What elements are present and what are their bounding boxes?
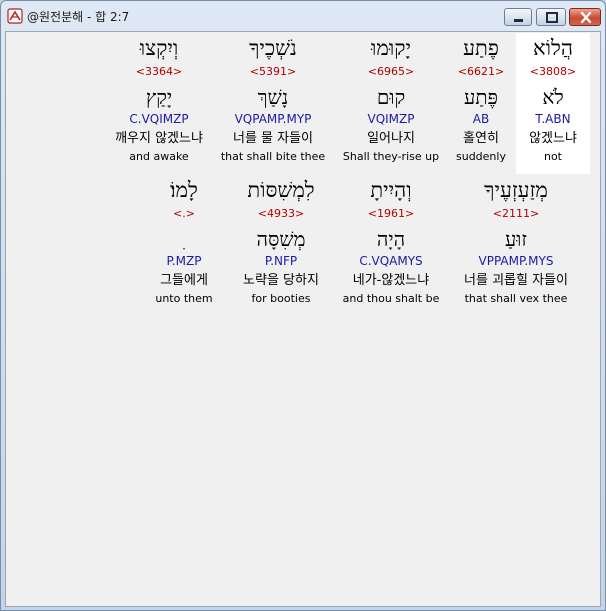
hebrew-word: לִמְשִׁסּוֹת bbox=[247, 178, 315, 202]
hebrew-lemma: פֶּתַע bbox=[464, 85, 498, 109]
word-cell-1-1[interactable]: הֲלוֹא <3808> לֹא T.ABN 않겠느냐 not bbox=[516, 33, 590, 174]
word-cell-1-4[interactable]: נֹשְׁכֶיךָ <5391> נָשַׁךְ VQPAMP.MYP 너를 … bbox=[212, 33, 334, 174]
hebrew-word: וְהָיִיתָ bbox=[370, 178, 412, 202]
korean-gloss: 그들에게 bbox=[160, 273, 208, 288]
hebrew-word: מְזַעְזְעֶיךָ bbox=[484, 178, 548, 202]
word-cell-1-3[interactable]: יָקוּמוּ <6965> קוּם VQIMZP 일어나지 Shall t… bbox=[336, 33, 446, 174]
korean-gloss: 네가-않겠느냐 bbox=[352, 273, 430, 288]
parsing-code: T.ABN bbox=[535, 112, 571, 126]
strong-number[interactable]: <4933> bbox=[226, 207, 336, 221]
word-cell-1-5[interactable]: וְיִקְצוּ <3364> יָקַץ C.VQIMZP 깨우지 않겠느냐… bbox=[106, 33, 212, 174]
app-icon[interactable] bbox=[7, 8, 23, 24]
strong-number[interactable]: <3364> bbox=[106, 65, 212, 79]
english-gloss: Shall they-rise up bbox=[342, 150, 440, 163]
hebrew-lemma: נָשַׁךְ bbox=[257, 85, 289, 109]
strong-number[interactable]: <6621> bbox=[446, 65, 516, 79]
hebrew-word: יָקוּמוּ bbox=[371, 36, 411, 60]
title-bar[interactable]: @원전분해 - 합 2:7 bbox=[1, 1, 605, 31]
hebrew-word: נֹשְׁכֶיךָ bbox=[249, 36, 297, 60]
korean-gloss: 깨우지 않겠느냐 bbox=[115, 131, 203, 146]
english-gloss: and thou shalt be bbox=[342, 292, 440, 305]
english-gloss: unto them bbox=[155, 292, 213, 305]
strong-number[interactable]: <1961> bbox=[336, 207, 446, 221]
korean-gloss: 홀연히 bbox=[463, 131, 499, 146]
english-gloss: for booties bbox=[251, 292, 311, 305]
english-gloss: and awake bbox=[129, 150, 189, 163]
close-icon bbox=[580, 11, 592, 24]
english-gloss: suddenly bbox=[456, 150, 506, 163]
strong-number[interactable]: <6965> bbox=[336, 65, 446, 79]
app-window: @원전분해 - 합 2:7 הֲלוֹא <3808> לֹא T.ABN 않겠… bbox=[0, 0, 606, 611]
hebrew-lemma: יָקַץ bbox=[145, 85, 173, 109]
parsing-code: C.VQIMZP bbox=[129, 112, 189, 126]
word-cell-1-2[interactable]: פֶתַע <6621> פֶּתַע AB 홀연히 suddenly bbox=[446, 33, 516, 174]
strong-number[interactable]: <.> bbox=[148, 207, 220, 221]
english-gloss: that shall vex thee bbox=[464, 292, 568, 305]
korean-gloss: 너를 괴롭힐 자들이 bbox=[464, 273, 568, 288]
hebrew-lemma: לֹא bbox=[542, 85, 564, 109]
strong-number[interactable]: <3808> bbox=[516, 65, 590, 79]
minimize-button[interactable] bbox=[504, 8, 532, 26]
english-gloss: that shall bite thee bbox=[220, 150, 326, 163]
word-cell-2-2[interactable]: וְהָיִיתָ <1961> הָיָה C.VQAMYS 네가-않겠느냐 … bbox=[336, 175, 446, 316]
parsing-code: C.VQAMYS bbox=[359, 254, 423, 268]
word-cell-2-3[interactable]: לִמְשִׁסּוֹת <4933> מְשִׁסָּה P.NFP 노략을 … bbox=[226, 175, 336, 316]
hebrew-lemma: קוּם bbox=[376, 85, 406, 109]
minimize-icon bbox=[514, 19, 523, 22]
word-cell-2-4[interactable]: לָמוֹ׃ <.> ִ P.MZP 그들에게 unto them bbox=[148, 175, 220, 316]
window-title: @원전분해 - 합 2:7 bbox=[27, 10, 130, 24]
word-cell-2-1[interactable]: מְזַעְזְעֶיךָ <2111> זוּעַ VPPAMP.MYS 너를… bbox=[446, 175, 586, 316]
korean-gloss: 않겠느냐 bbox=[529, 131, 577, 146]
close-button[interactable] bbox=[569, 8, 601, 26]
parsing-code: VPPAMP.MYS bbox=[478, 254, 554, 268]
hebrew-lemma: ִ bbox=[148, 226, 220, 252]
hebrew-lemma: הָיָה bbox=[376, 227, 406, 251]
hebrew-word: לָמוֹ׃ bbox=[170, 178, 198, 202]
hebrew-lemma: מְשִׁסָּה bbox=[256, 227, 306, 251]
parsing-code: P.MZP bbox=[166, 254, 202, 268]
parsing-code: VQIMZP bbox=[367, 112, 415, 126]
english-gloss: not bbox=[543, 150, 562, 163]
word-analysis-panel[interactable]: הֲלוֹא <3808> לֹא T.ABN 않겠느냐 not פֶתַע <… bbox=[5, 31, 601, 607]
hebrew-word: וְיִקְצוּ bbox=[139, 36, 179, 60]
parsing-code: VQPAMP.MYP bbox=[234, 112, 312, 126]
hebrew-word: הֲלוֹא bbox=[533, 36, 573, 60]
hebrew-lemma: זוּעַ bbox=[504, 227, 527, 251]
strong-number[interactable]: <2111> bbox=[446, 207, 586, 221]
maximize-icon bbox=[546, 12, 558, 23]
hebrew-word: פֶתַע bbox=[463, 36, 499, 60]
korean-gloss: 노략을 당하지 bbox=[243, 273, 319, 288]
parsing-code: P.NFP bbox=[264, 254, 298, 268]
korean-gloss: 일어나지 bbox=[367, 131, 415, 146]
korean-gloss: 너를 물 자들이 bbox=[232, 131, 314, 146]
strong-number[interactable]: <5391> bbox=[212, 65, 334, 79]
maximize-button[interactable] bbox=[536, 8, 566, 26]
parsing-code: AB bbox=[472, 112, 490, 126]
